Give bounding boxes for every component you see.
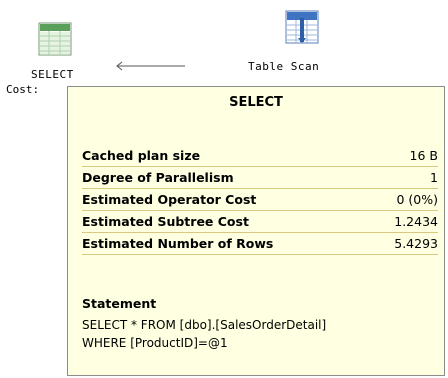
tooltip-properties: Cached plan size 16 B Degree of Parallel… [82,145,438,255]
property-row: Degree of Parallelism 1 [82,167,438,189]
property-row: Cached plan size 16 B [82,145,438,167]
table-scan-node-label: Table Scan [248,60,320,73]
statement-heading: Statement [82,296,157,311]
property-row: Estimated Operator Cost 0 (0%) [82,189,438,211]
select-node-label: SELECT [31,68,74,81]
property-name: Degree of Parallelism [82,170,234,185]
property-value: 1.2434 [394,214,438,229]
select-result-icon [38,22,72,56]
connector-arrow [116,61,185,71]
property-value: 5.4293 [394,236,438,251]
statement-text: SELECT * FROM [dbo].[SalesOrderDetail] W… [82,318,327,350]
property-value: 1 [430,170,438,185]
select-node-cost-label: Cost: [6,83,40,96]
property-row: Estimated Subtree Cost 1.2434 [82,211,438,233]
property-value: 16 B [409,148,438,163]
property-name: Estimated Subtree Cost [82,214,249,229]
property-name: Estimated Operator Cost [82,192,257,207]
property-name: Cached plan size [82,148,201,163]
operator-tooltip: SELECT Cached plan size 16 B Degree of P… [67,86,445,376]
property-row: Estimated Number of Rows 5.4293 [82,233,438,255]
property-name: Estimated Number of Rows [82,236,274,251]
property-value: 0 (0%) [396,192,438,207]
table-scan-icon [285,10,319,44]
tooltip-title: SELECT [229,95,283,110]
